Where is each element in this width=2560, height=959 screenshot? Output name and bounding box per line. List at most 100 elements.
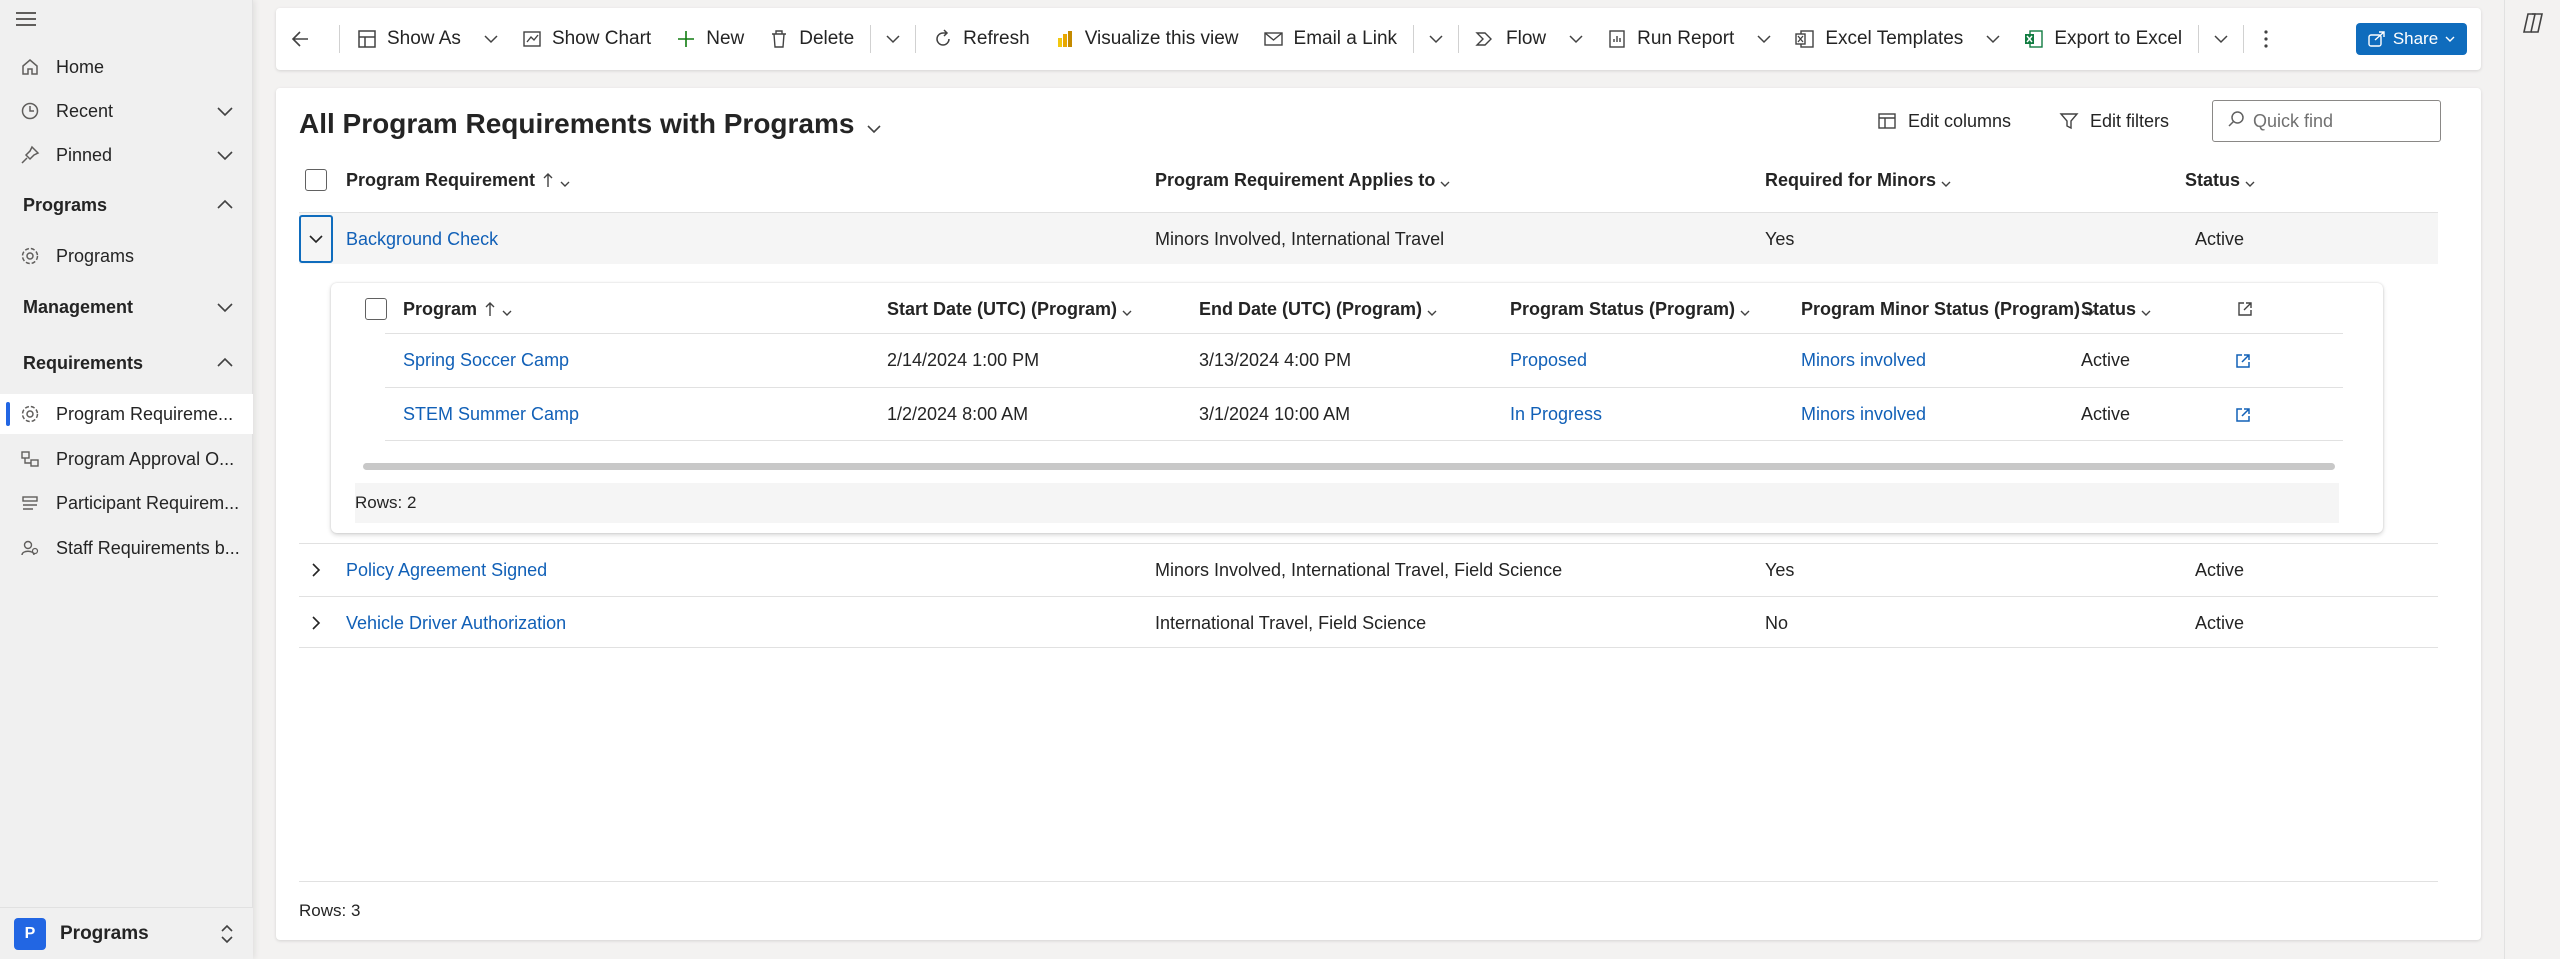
nav-group-management[interactable]: Management xyxy=(0,287,253,327)
table-row[interactable]: Spring Soccer Camp 2/14/2024 1:00 PM 3/1… xyxy=(385,333,2343,387)
show-as-button[interactable]: Show As xyxy=(344,17,473,61)
show-chart-button[interactable]: Show Chart xyxy=(509,17,663,61)
chevron-down-icon[interactable] xyxy=(215,101,235,121)
export-excel-button[interactable]: Export to Excel xyxy=(2011,17,2194,61)
flow-dropdown[interactable] xyxy=(1558,17,1594,61)
nav-recent-label: Recent xyxy=(56,100,114,121)
column-label: Program Requirement xyxy=(346,169,536,190)
select-all-checkbox[interactable] xyxy=(365,289,387,329)
column-header-status[interactable]: Status xyxy=(2081,289,2152,329)
nav-group-requirements[interactable]: Requirements xyxy=(0,343,253,383)
column-header-applies-to[interactable]: Program Requirement Applies to xyxy=(1155,160,1451,200)
edit-columns-button[interactable]: Edit columns xyxy=(1876,110,2011,132)
chevron-down-icon xyxy=(1739,303,1751,316)
column-header-status[interactable]: Status xyxy=(2185,160,2256,200)
program-status-link[interactable]: In Progress xyxy=(1510,388,1602,441)
visualize-button[interactable]: Visualize this view xyxy=(1042,17,1251,61)
email-link-button[interactable]: Email a Link xyxy=(1251,17,1410,61)
nav-recent[interactable]: Recent xyxy=(0,91,253,131)
hamburger-menu-icon[interactable] xyxy=(16,8,40,28)
search-input[interactable] xyxy=(2253,110,2433,132)
new-button[interactable]: New xyxy=(663,17,756,61)
open-record-icon[interactable] xyxy=(2233,388,2253,441)
area-switcher[interactable]: P Programs xyxy=(0,907,253,959)
column-header-start-date[interactable]: Start Date (UTC) (Program) xyxy=(887,289,1133,329)
sidebar-item-programs[interactable]: Programs xyxy=(0,236,253,276)
nav-home[interactable]: Home xyxy=(0,47,253,87)
excel-templates-dropdown[interactable] xyxy=(1975,17,2011,61)
pin-icon xyxy=(18,143,42,167)
sidebar-item-staff-requirements[interactable]: Staff Requirements b... xyxy=(0,528,253,568)
program-status-link[interactable]: Proposed xyxy=(1510,334,1587,387)
record-link[interactable]: Policy Agreement Signed xyxy=(346,544,547,596)
column-header-required-for-minors[interactable]: Required for Minors xyxy=(1765,160,1952,200)
chevron-down-icon xyxy=(1940,174,1952,187)
nav-pinned[interactable]: Pinned xyxy=(0,135,253,175)
minor-status-link[interactable]: Minors involved xyxy=(1801,388,1926,441)
horizontal-scrollbar[interactable] xyxy=(363,463,2335,470)
flow-icon xyxy=(1475,28,1497,50)
more-dropdown[interactable] xyxy=(875,17,911,61)
chevron-up-down-icon[interactable] xyxy=(217,922,237,946)
nav-pinned-label: Pinned xyxy=(56,144,113,165)
column-header-program-requirement[interactable]: Program Requirement xyxy=(346,160,571,200)
back-button[interactable] xyxy=(276,17,335,61)
edit-filters-button[interactable]: Edit filters xyxy=(2058,110,2169,132)
sidebar-item-program-requirements[interactable]: Program Requireme... xyxy=(0,394,253,434)
applies-to-cell: International Travel, Field Science xyxy=(1155,612,1427,633)
select-all-checkbox[interactable] xyxy=(305,160,327,200)
excel-templates-button[interactable]: Excel Templates xyxy=(1782,17,1975,61)
search-icon xyxy=(2227,110,2245,133)
column-header-program-status[interactable]: Program Status (Program) xyxy=(1510,289,1751,329)
record-link[interactable]: STEM Summer Camp xyxy=(403,388,579,441)
chevron-right-icon xyxy=(312,616,321,630)
collapse-row-button[interactable] xyxy=(299,215,333,263)
flow-button[interactable]: Flow xyxy=(1463,17,1558,61)
refresh-button[interactable]: Refresh xyxy=(920,17,1042,61)
start-date-cell: 1/2/2024 8:00 AM xyxy=(887,404,1029,424)
column-label: Program xyxy=(403,298,478,319)
table-row[interactable]: Background Check Minors Involved, Intern… xyxy=(299,212,2438,264)
run-report-button[interactable]: Run Report xyxy=(1594,17,1746,61)
expand-row-button[interactable] xyxy=(299,599,333,647)
table-row[interactable]: Vehicle Driver Authorization Internation… xyxy=(299,596,2438,648)
nav-group-programs[interactable]: Programs xyxy=(0,185,253,225)
record-link[interactable]: Vehicle Driver Authorization xyxy=(346,597,566,649)
start-date-cell: 2/14/2024 1:00 PM xyxy=(887,350,1040,370)
sort-ascending-icon xyxy=(483,301,497,317)
grid-header: Program Requirement Program Requirement … xyxy=(299,160,2438,200)
back-arrow-icon xyxy=(290,28,312,50)
run-report-dropdown[interactable] xyxy=(1746,17,1782,61)
open-record-icon[interactable] xyxy=(2233,334,2253,387)
share-button[interactable]: Share xyxy=(2356,23,2467,55)
expand-row-button[interactable] xyxy=(299,546,333,594)
export-dropdown[interactable] xyxy=(2203,17,2239,61)
column-header-minor-status[interactable]: Program Minor Status (Program) xyxy=(1801,289,2096,329)
open-in-new-window-icon[interactable] xyxy=(2235,289,2255,329)
table-row[interactable]: STEM Summer Camp 1/2/2024 8:00 AM 3/1/20… xyxy=(385,387,2343,441)
sidebar-item-program-approval[interactable]: Program Approval O... xyxy=(0,439,253,479)
subgrid-header: Program Start Date (UTC) (Program) End D… xyxy=(355,289,2359,329)
record-link[interactable]: Background Check xyxy=(346,213,498,265)
chevron-down-icon[interactable] xyxy=(215,145,235,165)
show-as-dropdown[interactable] xyxy=(473,17,509,61)
chevron-down-icon xyxy=(2140,303,2152,316)
area-label: Programs xyxy=(60,922,149,944)
view-selector[interactable]: All Program Requirements with Programs xyxy=(299,108,884,140)
email-dropdown[interactable] xyxy=(1418,17,1454,61)
chevron-up-icon[interactable] xyxy=(215,195,235,215)
chevron-down-icon[interactable] xyxy=(215,297,235,317)
copilot-icon[interactable] xyxy=(2520,10,2546,36)
delete-button[interactable]: Delete xyxy=(756,17,866,61)
chevron-up-icon[interactable] xyxy=(215,353,235,373)
minor-status-link[interactable]: Minors involved xyxy=(1801,334,1926,387)
more-commands-icon[interactable] xyxy=(2248,17,2284,61)
column-header-program[interactable]: Program xyxy=(403,289,513,329)
table-row[interactable]: Policy Agreement Signed Minors Involved,… xyxy=(299,543,2438,595)
view-card: All Program Requirements with Programs E… xyxy=(276,88,2481,940)
record-link[interactable]: Spring Soccer Camp xyxy=(403,334,569,387)
nested-subgrid: Program Start Date (UTC) (Program) End D… xyxy=(331,283,2383,533)
column-header-end-date[interactable]: End Date (UTC) (Program) xyxy=(1199,289,1438,329)
row-count: Rows: 3 xyxy=(299,901,361,920)
sidebar-item-participant-requirements[interactable]: Participant Requirem... xyxy=(0,483,253,523)
